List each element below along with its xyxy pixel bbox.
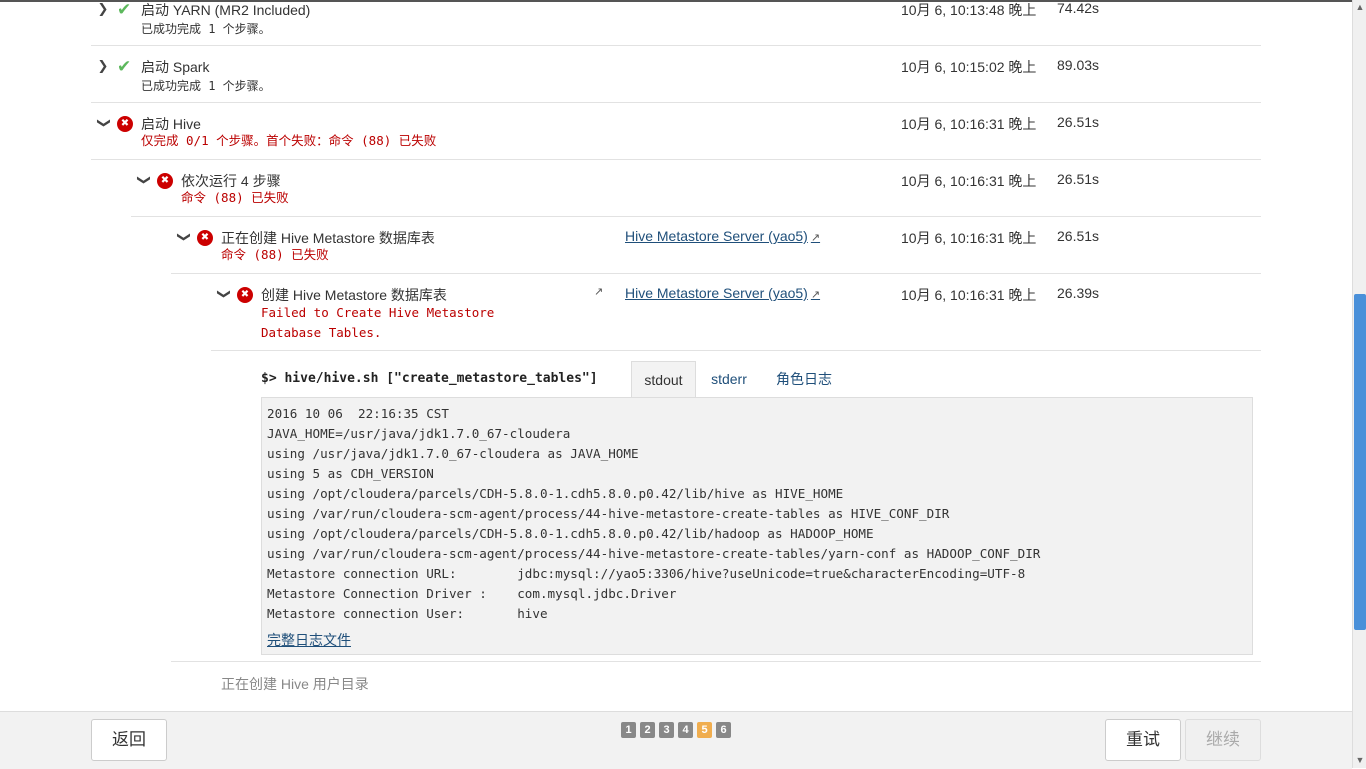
page-scrollbar[interactable]: ▲ ▼ xyxy=(1352,0,1366,768)
command-prompt: $> xyxy=(261,371,277,386)
tab-stdout[interactable]: stdout xyxy=(631,361,696,398)
log-line: JAVA_HOME=/usr/java/jdk1.7.0_67-cloudera xyxy=(267,426,571,441)
step-error-message: 命令 (88) 已失败 xyxy=(221,247,329,262)
log-line: Metastore Connection Driver : com.mysql.… xyxy=(267,586,677,601)
log-line: using /opt/cloudera/parcels/CDH-5.8.0-1.… xyxy=(267,526,874,541)
step-row-sequential xyxy=(131,160,1261,217)
log-line: using /var/run/cloudera-scm-agent/proces… xyxy=(267,546,1041,561)
step-time: 10月 6, 10:16:31 晚上 xyxy=(901,173,1037,189)
step-duration: 26.51s xyxy=(1057,114,1100,130)
external-link-icon: ↗ xyxy=(810,288,821,301)
step-time: 10月 6, 10:16:31 晚上 xyxy=(901,116,1037,132)
pager-step-6: 6 xyxy=(716,722,731,738)
chevron-down-icon[interactable]: ❯ xyxy=(216,288,231,300)
scrollbar-thumb[interactable] xyxy=(1354,294,1366,630)
chevron-right-icon[interactable]: ❯ xyxy=(97,60,109,73)
step-row-spark xyxy=(91,46,1261,103)
pager-step-4: 4 xyxy=(678,722,693,738)
log-line: 2016 10 06 22:16:35 CST xyxy=(267,406,449,421)
step-subtitle: 已成功完成 1 个步骤。 xyxy=(141,79,271,93)
wizard-footer: 返回 1 2 3 4 5 6 重试 继续 xyxy=(0,711,1352,769)
step-time: 10月 6, 10:16:31 晚上 xyxy=(901,287,1037,303)
chevron-down-icon[interactable]: ❯ xyxy=(176,231,191,243)
step-duration: 26.39s xyxy=(1057,285,1100,301)
step-time: 10月 6, 10:15:02 晚上 xyxy=(901,59,1037,75)
tab-stderr[interactable]: stderr xyxy=(701,361,757,397)
back-button[interactable]: 返回 xyxy=(91,719,167,761)
external-link-icon[interactable]: ↗ xyxy=(594,285,603,298)
scroll-down-icon[interactable]: ▼ xyxy=(1353,753,1366,767)
log-line: using /opt/cloudera/parcels/CDH-5.8.0-1.… xyxy=(267,486,844,501)
step-time: 10月 6, 10:13:48 晚上 xyxy=(901,2,1037,18)
external-link-icon: ↗ xyxy=(810,231,821,244)
error-icon: ✖ xyxy=(198,231,212,245)
check-icon: ✔ xyxy=(117,0,132,20)
log-line: using 5 as CDH_VERSION xyxy=(267,466,434,481)
chevron-down-icon[interactable]: ❯ xyxy=(136,174,151,186)
step-error-message-line2: Database Tables. xyxy=(261,325,382,340)
command-line: $> hive/hive.sh ["create_metastore_table… xyxy=(261,371,598,386)
error-icon: ✖ xyxy=(118,117,132,131)
pager-step-5: 5 xyxy=(697,722,712,738)
log-line: using /var/run/cloudera-scm-agent/proces… xyxy=(267,506,950,521)
role-link[interactable]: Hive Metastore Server (yao5) ↗ xyxy=(625,228,820,244)
step-title: 创建 Hive Metastore 数据库表 xyxy=(261,287,447,303)
command-details: ❯ ✔ 启动 YARN (MR2 Included) 已成功完成 1 个步骤。 … xyxy=(0,0,1352,711)
pager-step-2: 2 xyxy=(640,722,655,738)
error-icon: ✖ xyxy=(158,174,172,188)
step-title: 启动 Spark xyxy=(141,59,210,75)
step-time: 10月 6, 10:16:31 晚上 xyxy=(901,230,1037,246)
role-link[interactable]: Hive Metastore Server (yao5) ↗ xyxy=(625,285,820,301)
chevron-right-icon[interactable]: ❯ xyxy=(97,3,109,16)
command-text: hive/hive.sh ["create_metastore_tables"] xyxy=(284,371,598,386)
continue-button[interactable]: 继续 xyxy=(1185,719,1261,761)
error-icon: ✖ xyxy=(238,288,252,302)
step-duration: 26.51s xyxy=(1057,228,1100,244)
check-icon: ✔ xyxy=(117,57,132,77)
step-duration: 89.03s xyxy=(1057,57,1100,73)
step-error-message: 命令 (88) 已失败 xyxy=(181,190,289,205)
log-line: Metastore connection URL: jdbc:mysql://y… xyxy=(267,566,1026,581)
role-link-text[interactable]: Hive Metastore Server (yao5) xyxy=(625,285,808,301)
step-title: 启动 YARN (MR2 Included) xyxy=(141,2,311,18)
next-step-title: 正在创建 Hive 用户目录 xyxy=(221,676,369,692)
role-link-text[interactable]: Hive Metastore Server (yao5) xyxy=(625,228,808,244)
tab-role-log[interactable]: 角色日志 xyxy=(766,361,842,397)
pager-step-3: 3 xyxy=(659,722,674,738)
step-duration: 74.42s xyxy=(1057,0,1100,16)
log-section-divider xyxy=(171,605,1261,662)
step-error-message: 仅完成 0/1 个步骤。首个失败：命令 (88) 已失败 xyxy=(141,133,437,148)
step-subtitle: 已成功完成 1 个步骤。 xyxy=(141,22,271,36)
retry-button[interactable]: 重试 xyxy=(1105,719,1181,761)
step-duration: 26.51s xyxy=(1057,171,1100,187)
chevron-down-icon[interactable]: ❯ xyxy=(96,117,111,129)
step-error-message-line1: Failed to Create Hive Metastore xyxy=(261,305,495,320)
pager-step-1: 1 xyxy=(621,722,636,738)
log-line: using /usr/java/jdk1.7.0_67-cloudera as … xyxy=(267,446,639,461)
scroll-up-icon[interactable]: ▲ xyxy=(1353,0,1366,14)
